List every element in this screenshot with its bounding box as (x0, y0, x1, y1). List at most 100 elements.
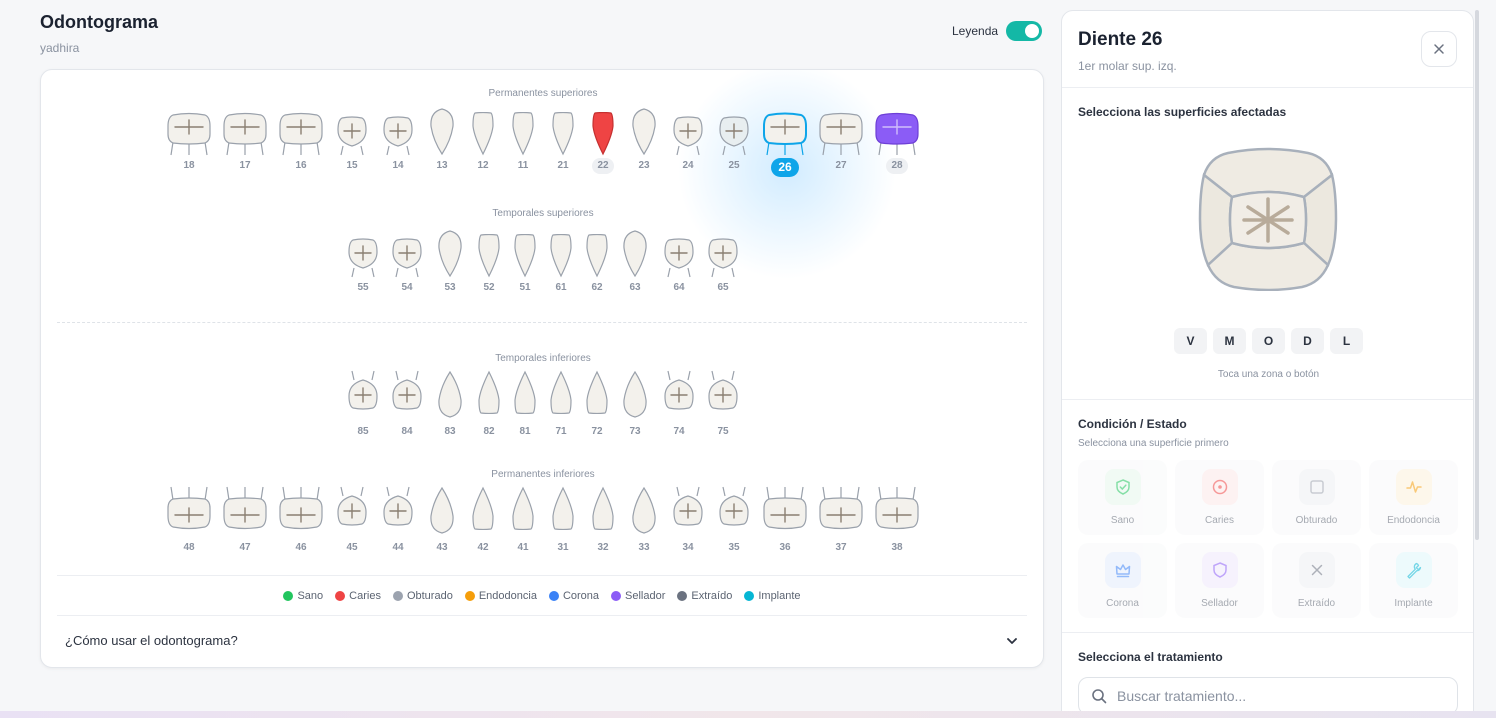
legend-item-obturado: Obturado (392, 590, 453, 602)
tooth-15[interactable]: 15 (337, 104, 367, 174)
row-label-perm-inf: Permanentes inferiores (491, 469, 595, 480)
tooth-14[interactable]: 14 (383, 104, 413, 174)
tooth-24[interactable]: 24 (673, 104, 703, 174)
tooth-27[interactable]: 27 (819, 104, 863, 174)
tooth-63[interactable]: 63 (622, 226, 648, 296)
tooth-37[interactable]: 37 (819, 486, 863, 556)
condition-caries[interactable]: Caries (1175, 460, 1264, 535)
tooth-graphic (719, 486, 749, 526)
tooth-62[interactable]: 62 (586, 226, 608, 296)
condition-sano[interactable]: Sano (1078, 460, 1167, 535)
tooth-65[interactable]: 65 (708, 226, 738, 296)
tooth-34[interactable]: 34 (673, 486, 703, 556)
tooth-28[interactable]: 28 (875, 104, 919, 174)
tooth-graphic (664, 370, 694, 410)
tooth-43[interactable]: 43 (429, 486, 455, 556)
taskbar-strip (0, 711, 1496, 718)
tooth-graphic-wrap (552, 104, 574, 156)
tooth-84[interactable]: 84 (392, 370, 422, 440)
tooth-graphic-wrap (875, 104, 919, 156)
tooth-35[interactable]: 35 (719, 486, 749, 556)
surface-button-v[interactable]: V (1174, 328, 1207, 354)
tooth-18[interactable]: 18 (167, 104, 211, 174)
legend-toggle[interactable]: Leyenda (952, 21, 1043, 41)
condition-extraido[interactable]: Extraído (1272, 543, 1361, 618)
tooth-23[interactable]: 23 (631, 104, 657, 174)
tooth-71[interactable]: 71 (550, 370, 572, 440)
tooth-36[interactable]: 36 (763, 486, 807, 556)
treatment-title: Selecciona el tratamiento (1078, 650, 1223, 664)
tooth-number: 33 (638, 542, 650, 553)
tooth-13[interactable]: 13 (429, 104, 455, 174)
tooth-38[interactable]: 38 (875, 486, 919, 556)
tooth-31[interactable]: 31 (552, 486, 574, 556)
tooth-21[interactable]: 21 (552, 104, 574, 174)
tooth-32[interactable]: 32 (592, 486, 614, 556)
condition-obturado[interactable]: Obturado (1272, 460, 1361, 535)
tooth-22[interactable]: 22 (592, 104, 614, 174)
tooth-51[interactable]: 51 (514, 226, 536, 296)
close-button[interactable] (1421, 31, 1457, 67)
tooth-72[interactable]: 72 (586, 370, 608, 440)
treatment-search[interactable]: Buscar tratamiento... (1078, 677, 1458, 715)
tooth-54[interactable]: 54 (392, 226, 422, 296)
tooth-41[interactable]: 41 (512, 486, 534, 556)
tooth-25[interactable]: 25 (719, 104, 749, 174)
tooth-number: 38 (891, 542, 903, 553)
tooth-48[interactable]: 48 (167, 486, 211, 556)
tooth-82[interactable]: 82 (478, 370, 500, 440)
tooth-number: 35 (728, 542, 740, 553)
condition-implante[interactable]: Implante (1369, 543, 1458, 618)
tooth-number: 75 (717, 426, 729, 437)
tooth-45[interactable]: 45 (337, 486, 367, 556)
tooth-85[interactable]: 85 (348, 370, 378, 440)
tooth-42[interactable]: 42 (472, 486, 494, 556)
legend-switch[interactable] (1006, 21, 1043, 41)
condition-sellador[interactable]: Sellador (1175, 543, 1264, 618)
surface-lingual[interactable] (1206, 241, 1330, 291)
tooth-64[interactable]: 64 (664, 226, 694, 296)
tooth-graphic-wrap (383, 104, 413, 156)
tooth-16[interactable]: 16 (279, 104, 323, 174)
tooth-graphic-wrap (383, 486, 413, 538)
tooth-52[interactable]: 52 (478, 226, 500, 296)
surface-button-o[interactable]: O (1252, 328, 1285, 354)
tooth-graphic-wrap (337, 104, 367, 156)
tooth-47[interactable]: 47 (223, 486, 267, 556)
tooth-12[interactable]: 12 (472, 104, 494, 174)
surface-button-d[interactable]: D (1291, 328, 1324, 354)
tooth-81[interactable]: 81 (514, 370, 536, 440)
tooth-graphic-wrap (664, 370, 694, 422)
tooth-number: 51 (519, 282, 531, 293)
tooth-73[interactable]: 73 (622, 370, 648, 440)
condition-label: Sellador (1201, 598, 1238, 609)
tooth-83[interactable]: 83 (437, 370, 463, 440)
tooth-graphic-wrap (167, 104, 211, 156)
tooth-33[interactable]: 33 (631, 486, 657, 556)
legend-toggle-label: Leyenda (952, 24, 999, 38)
tooth-11[interactable]: 11 (512, 104, 534, 174)
tooth-17[interactable]: 17 (223, 104, 267, 174)
tooth-46[interactable]: 46 (279, 486, 323, 556)
tooth-graphic (472, 486, 494, 530)
condition-endodoncia[interactable]: Endodoncia (1369, 460, 1458, 535)
search-input[interactable]: Buscar tratamiento... (1117, 688, 1246, 704)
crown-icon (1104, 552, 1141, 588)
legend-dot (464, 590, 475, 601)
tooth-53[interactable]: 53 (437, 226, 463, 296)
tooth-75[interactable]: 75 (708, 370, 738, 440)
tooth-26[interactable]: 26 (763, 104, 807, 177)
surface-button-l[interactable]: L (1330, 328, 1363, 354)
panel-scrollbar[interactable] (1475, 10, 1479, 540)
tooth-61[interactable]: 61 (550, 226, 572, 296)
howto-accordion[interactable]: ¿Cómo usar el odontograma? (57, 615, 1027, 665)
tooth-graphic (392, 238, 422, 278)
tooth-55[interactable]: 55 (348, 226, 378, 296)
condition-corona[interactable]: Corona (1078, 543, 1167, 618)
tooth-number: 61 (555, 282, 567, 293)
tooth-graphic-wrap (348, 226, 378, 278)
tooth-number: 26 (771, 158, 799, 177)
surface-button-m[interactable]: M (1213, 328, 1246, 354)
tooth-74[interactable]: 74 (664, 370, 694, 440)
tooth-44[interactable]: 44 (383, 486, 413, 556)
